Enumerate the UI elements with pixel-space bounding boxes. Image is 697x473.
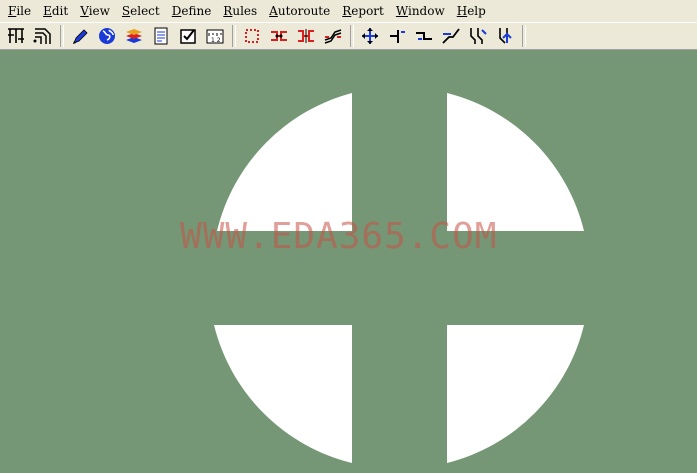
menu-edit[interactable]: Edit [37,4,74,18]
measure-icon[interactable]: 1 2 [203,24,227,48]
menu-window[interactable]: Window [390,4,451,18]
menu-autoroute[interactable]: Autoroute [263,4,336,18]
menu-bar: File Edit View Select Define Rules Autor… [0,0,697,22]
report-icon[interactable] [149,24,173,48]
checkbox-icon[interactable] [176,24,200,48]
toolbar-separator [232,25,236,47]
fanout-icon[interactable] [31,24,55,48]
smooth-icon[interactable] [439,24,463,48]
pen-icon[interactable] [68,24,92,48]
thermal-pad-drawing [0,50,697,469]
menu-view[interactable]: View [74,4,116,18]
watermark-text: WWW.EDA365.COM [180,216,498,257]
miter-icon[interactable] [466,24,490,48]
globe-icon[interactable] [95,24,119,48]
move-icon[interactable] [358,24,382,48]
diff-pair-icon[interactable] [321,24,345,48]
menu-help[interactable]: Help [451,4,492,18]
toolbar-separator [350,25,354,47]
pcb-canvas[interactable]: WWW.EDA365.COM [0,50,697,469]
nets-icon[interactable] [294,24,318,48]
push-icon[interactable] [412,24,436,48]
autoroute-icon[interactable] [493,24,517,48]
route-tree-icon[interactable] [4,24,28,48]
toolbar-separator [60,25,64,47]
menu-rules[interactable]: Rules [217,4,263,18]
menu-select[interactable]: Select [116,4,166,18]
menu-define[interactable]: Define [166,4,218,18]
menu-report[interactable]: Report [336,4,390,18]
toolbar: 1 2 [0,22,697,50]
toolbar-separator [522,25,526,47]
menu-file[interactable]: File [2,4,37,18]
net-icon[interactable] [267,24,291,48]
svg-text:1 2: 1 2 [211,37,221,44]
corner-icon[interactable] [385,24,409,48]
layers-icon[interactable] [122,24,146,48]
select-chip-icon[interactable] [240,24,264,48]
